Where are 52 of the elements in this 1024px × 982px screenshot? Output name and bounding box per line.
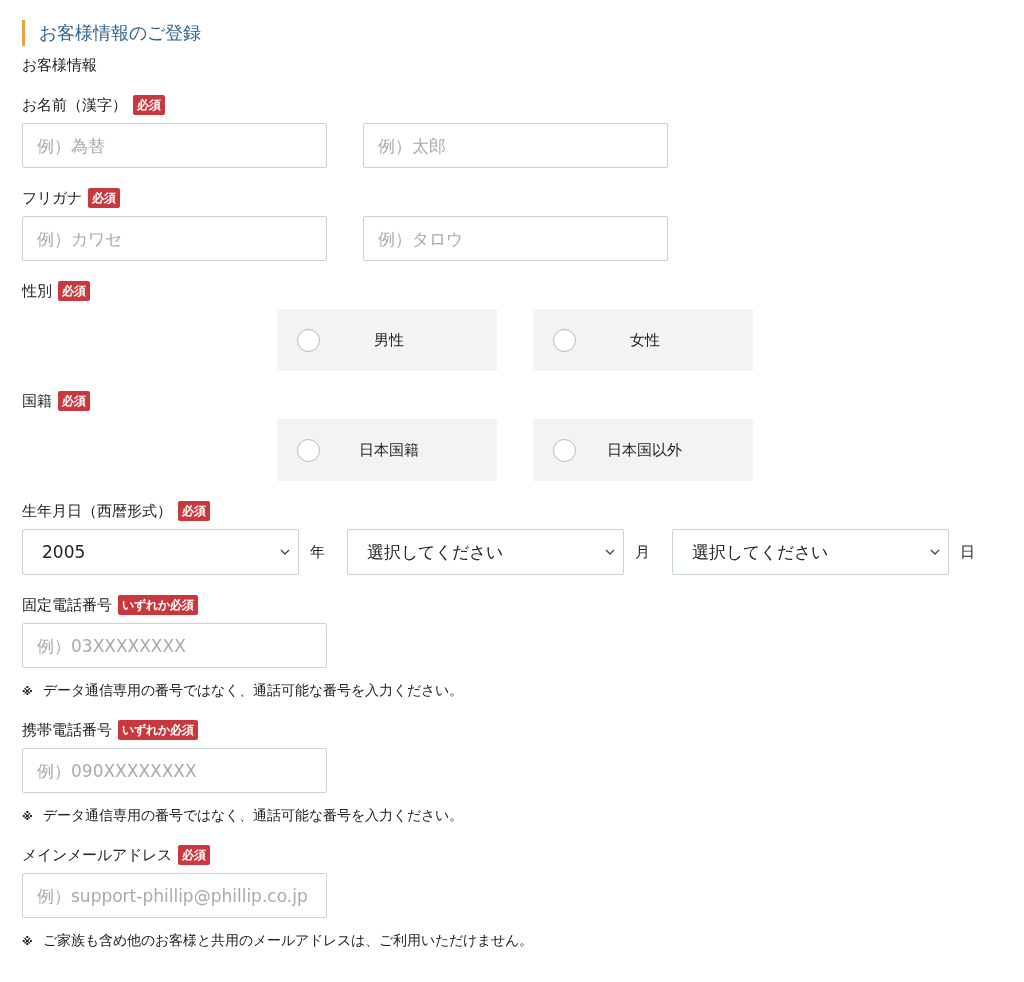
dropdown-select[interactable]: 選択してください bbox=[347, 529, 624, 575]
chevron-down-icon bbox=[930, 549, 940, 555]
text-input[interactable]: 例）為替 bbox=[22, 123, 327, 168]
note-mark: ※ bbox=[22, 934, 33, 948]
radio-option[interactable]: 女性 bbox=[533, 309, 753, 371]
note-text: データ通信専用の番号ではなく、通話可能な番号を入力ください。 bbox=[42, 682, 463, 700]
required-badge: いずれか必須 bbox=[118, 720, 198, 740]
radio-circle-icon bbox=[553, 328, 576, 352]
chevron-down-icon bbox=[605, 549, 615, 555]
note-mark: ※ bbox=[22, 809, 33, 823]
field-label: 生年月日（西暦形式） bbox=[22, 501, 172, 521]
field-label: フリガナ bbox=[22, 188, 82, 208]
text-input[interactable]: 例）03XXXXXXXX bbox=[22, 623, 327, 668]
field-label: お名前（漢字） bbox=[22, 95, 127, 115]
chevron-down-icon bbox=[280, 549, 290, 555]
field-label: 固定電話番号 bbox=[22, 595, 112, 615]
note-text: データ通信専用の番号ではなく、通話可能な番号を入力ください。 bbox=[42, 807, 463, 825]
dropdown-select[interactable]: 2005 bbox=[22, 529, 299, 575]
required-badge: 必須 bbox=[88, 188, 120, 208]
radio-circle-icon bbox=[297, 438, 320, 462]
dropdown-select[interactable]: 選択してください bbox=[672, 529, 949, 575]
radio-option[interactable]: 日本国以外 bbox=[533, 419, 753, 481]
required-badge: 必須 bbox=[58, 391, 90, 411]
radio-label: 男性 bbox=[372, 330, 405, 350]
field-label: 国籍 bbox=[22, 391, 52, 411]
unit-label: 年 bbox=[310, 542, 325, 562]
required-badge: 必須 bbox=[178, 845, 210, 865]
text-input[interactable]: 例）タロウ bbox=[363, 216, 668, 261]
unit-label: 月 bbox=[635, 542, 650, 562]
radio-label: 女性 bbox=[628, 330, 661, 350]
required-badge: 必須 bbox=[133, 95, 165, 115]
note-mark: ※ bbox=[22, 684, 33, 698]
radio-circle-icon bbox=[297, 328, 320, 352]
field-label: 性別 bbox=[22, 281, 52, 301]
text-input[interactable]: 例）カワセ bbox=[22, 216, 327, 261]
field-label: 携帯電話番号 bbox=[22, 720, 112, 740]
radio-circle-icon bbox=[553, 438, 576, 462]
field-label: メインメールアドレス bbox=[22, 845, 172, 865]
unit-label: 日 bbox=[960, 542, 975, 562]
radio-option[interactable]: 男性 bbox=[277, 309, 497, 371]
required-badge: 必須 bbox=[178, 501, 210, 521]
required-badge: 必須 bbox=[58, 281, 90, 301]
radio-label: 日本国以外 bbox=[606, 440, 683, 460]
text-input[interactable]: 例）support-phillip@phillip.co.jp bbox=[22, 873, 327, 918]
radio-option[interactable]: 日本国籍 bbox=[277, 419, 497, 481]
radio-label: 日本国籍 bbox=[357, 440, 420, 460]
text-input[interactable]: 例）太郎 bbox=[363, 123, 668, 168]
note-text: ご家族も含め他のお客様と共用のメールアドレスは、ご利用いただけません。 bbox=[42, 932, 533, 950]
subsection-label: お客様情報 bbox=[22, 56, 98, 75]
required-badge: いずれか必須 bbox=[118, 595, 198, 615]
section-title: お客様情報のご登録 bbox=[22, 20, 1024, 46]
text-input[interactable]: 例）090XXXXXXXX bbox=[22, 748, 327, 793]
